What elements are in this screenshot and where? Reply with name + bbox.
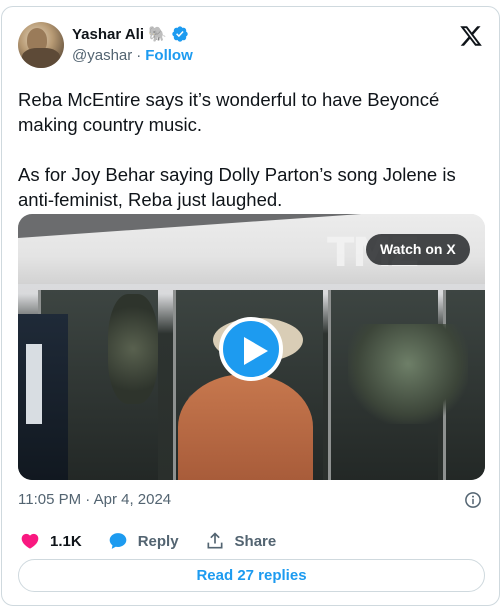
- info-icon[interactable]: [464, 491, 482, 509]
- reply-bubble-icon: [109, 533, 127, 549]
- author-handle-row: @yashar · Follow: [72, 47, 193, 64]
- reply-button[interactable]: Reply: [108, 531, 179, 551]
- video-player[interactable]: TMZ Watch on X: [18, 214, 485, 480]
- avatar[interactable]: [18, 22, 64, 68]
- likes-count: 1.1K: [50, 532, 82, 550]
- author-name-row: Yashar Ali 🐘: [72, 25, 189, 43]
- tree-reflection: [108, 294, 158, 404]
- tweet-paragraph-1: Reba McEntire says it’s wonderful to hav…: [18, 89, 440, 135]
- man-in-suit: [18, 314, 68, 480]
- elephant-emoji: 🐘: [147, 26, 167, 43]
- woman-in-orange-sweater: [178, 374, 313, 480]
- author-display-name[interactable]: Yashar Ali: [72, 26, 144, 43]
- like-button[interactable]: 1.1K: [20, 531, 82, 551]
- action-bar: 1.1K Reply Share: [20, 531, 302, 551]
- reply-label: Reply: [137, 532, 179, 550]
- play-button[interactable]: [219, 317, 283, 381]
- watch-on-x-button[interactable]: Watch on X: [366, 234, 470, 265]
- share-button[interactable]: Share: [205, 531, 277, 551]
- x-logo-icon[interactable]: [459, 24, 483, 48]
- avatar-body: [22, 48, 60, 68]
- share-icon: [207, 532, 223, 549]
- author-handle[interactable]: @yashar: [72, 47, 132, 64]
- handle-separator: ·: [136, 47, 142, 64]
- tweet-card[interactable]: Yashar Ali 🐘 @yashar · Follow Reba McEnt…: [1, 6, 500, 606]
- play-icon: [244, 337, 268, 365]
- follow-button[interactable]: Follow: [145, 47, 193, 64]
- tweet-timestamp[interactable]: 11:05 PM · Apr 4, 2024: [18, 491, 171, 508]
- heart-icon: [21, 533, 39, 549]
- tweet-paragraph-2: As for Joy Behar saying Dolly Parton’s s…: [18, 164, 456, 210]
- plant-reflection: [348, 324, 468, 424]
- share-label: Share: [234, 532, 277, 550]
- verified-badge-icon: [171, 26, 188, 42]
- read-replies-button[interactable]: Read 27 replies: [18, 559, 485, 592]
